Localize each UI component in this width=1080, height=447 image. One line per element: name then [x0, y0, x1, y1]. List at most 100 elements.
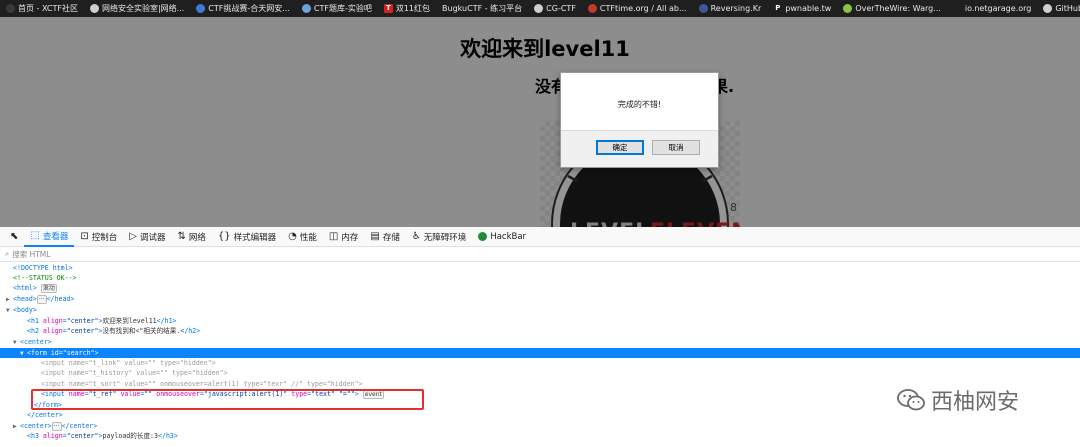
tree-token: align	[42, 432, 63, 440]
shield-icon	[196, 4, 206, 13]
devtools-tab-2[interactable]: ▷ 调试器	[123, 227, 171, 247]
bookmark-label: pwnable.tw	[785, 4, 832, 13]
bookmark-item[interactable]: CTF挑战赛-合天网安...	[196, 3, 290, 14]
element-picker-icon[interactable]: ⬉	[4, 227, 24, 247]
bookmark-item[interactable]: 网络安全实验室|网络...	[89, 3, 184, 14]
bookmark-item[interactable]: 首页 - XCTF社区	[6, 3, 78, 14]
tree-token: payload的长度:3	[102, 432, 158, 440]
devtools-tab-7[interactable]: ▤ 存储	[364, 227, 405, 247]
bookmark-label: Reversing.Kr	[710, 4, 762, 13]
html-tree: <!DOCTYPE html> <!--STATUS OK--> <html> 滚动…	[0, 262, 1080, 447]
bookmark-label: CTF挑战赛-合天网安...	[208, 4, 290, 13]
alert-dialog: 完成的不错! 确定 取消	[560, 72, 719, 168]
devtools-tab-8[interactable]: ♿ 无障碍环境	[406, 227, 472, 247]
html-search-box[interactable]: ⌕ 搜索 HTML	[0, 247, 1080, 262]
devtools-tab-9[interactable]: HackBar	[472, 227, 532, 247]
expand-toggle-icon[interactable]: ▼	[13, 338, 20, 348]
console-icon: ⊡	[80, 230, 89, 242]
bookmark-item[interactable]: Ppwnable.tw	[773, 4, 831, 13]
badge[interactable]: 滚动	[40, 284, 57, 293]
bookmark-item[interactable]: BugkuCTF - 练习平台	[442, 3, 522, 14]
tree-row[interactable]: <!DOCTYPE html>	[0, 263, 1080, 273]
tree-token: </head>	[46, 295, 75, 303]
devtools-tab-label: 性能	[299, 232, 317, 243]
expand-toggle-icon[interactable]: ▼	[6, 306, 13, 316]
bookmark-item[interactable]: GitHub - Auc	[1043, 4, 1080, 13]
modal-overlay	[0, 17, 1080, 227]
tree-row[interactable]: ▶ <center> ··· </center>	[0, 421, 1080, 431]
devtools-tab-1[interactable]: ⊡ 控制台	[74, 227, 123, 247]
watermark: 西柚网安	[897, 384, 1019, 416]
tree-token: <h3	[27, 432, 43, 440]
devtools-tab-label: 查看器	[42, 231, 69, 242]
devtools-tab-0[interactable]: ⬚ 查看器	[24, 227, 75, 247]
tree-token: <!DOCTYPE html>	[13, 264, 73, 272]
tree-row[interactable]: <input name="t_history" value="" type="h…	[0, 368, 1080, 378]
tree-row[interactable]: <!--STATUS OK-->	[0, 273, 1080, 283]
bookmark-item[interactable]: Reversing.Kr	[698, 4, 762, 13]
t-icon: T	[383, 4, 393, 13]
tree-row[interactable]: <h3 align="center">payload的长度:3</h3>	[0, 431, 1080, 441]
tree-token: <input name="t_history" value="" type="h…	[41, 369, 228, 377]
bookmark-label: 双11红包	[395, 4, 431, 13]
badge[interactable]: ···	[36, 295, 47, 304]
bookmark-label: BugkuCTF - 练习平台	[442, 4, 523, 13]
devtools-tab-3[interactable]: ⇅ 网络	[171, 227, 211, 247]
bookmark-item[interactable]: T 双11红包	[383, 3, 431, 14]
wechat-icon	[897, 389, 925, 411]
cancel-button[interactable]: 取消	[652, 140, 700, 155]
bookmark-item[interactable]: io.netgarage.org	[953, 4, 1031, 13]
tree-row[interactable]: <html> 滚动	[0, 283, 1080, 293]
tree-row[interactable]: ▼ <body>	[0, 305, 1080, 315]
bookmark-item[interactable]: CG-CTF	[534, 4, 576, 13]
tree-token: "center"	[66, 327, 99, 335]
tree-row[interactable]: <input name="t_link" value="" type="hidd…	[0, 358, 1080, 368]
page-viewport: 欢迎来到level11 没有果. 8 LEVEL ELEVEN 完成的不错! 确…	[0, 17, 1080, 227]
tree-token: <h2	[27, 327, 43, 335]
tree-row-selected[interactable]: ▼ <form id="search">	[0, 348, 1080, 358]
tree-row[interactable]: <h1 align="center">欢迎来到level11</h1>	[0, 316, 1080, 326]
tree-token: 没有找到和<"相关的结果.<	[102, 327, 185, 335]
tree-token: "center"	[66, 317, 99, 325]
inspector-icon: ⬚	[30, 229, 40, 241]
performance-icon: ◔	[288, 230, 297, 242]
devtools-tab-label: 存储	[382, 232, 400, 243]
devtools-toolbar: ⬉ ⬚ 查看器 ⊡ 控制台 ▷ 调试器 ⇅ 网络{} 样式编辑器 ◔ 性能 ◫ 内存 ▤ 存储 ♿ 无障碍环境 H…	[0, 227, 1080, 247]
accessibility-icon: ♿	[411, 230, 421, 242]
bookmark-item[interactable]: OverTheWire: Warg...	[843, 4, 941, 13]
devtools-tab-label: 调试器	[139, 232, 166, 243]
tree-token: </h1>	[156, 317, 177, 325]
bookmark-item[interactable]: CTFtime.org / All ab...	[587, 4, 687, 13]
tree-token: <!--STATUS OK-->	[13, 274, 77, 282]
tree-token: >	[94, 349, 99, 357]
tree-token: <head>	[13, 295, 37, 303]
tree-token: /h2>	[184, 327, 201, 335]
devtools-tab-5[interactable]: ◔ 性能	[282, 227, 323, 247]
highlight-box	[31, 389, 424, 410]
expand-toggle-icon[interactable]: ▶	[6, 295, 13, 305]
devtools-tab-4[interactable]: {} 样式编辑器	[212, 227, 282, 247]
devtools-tab-label: 控制台	[91, 232, 118, 243]
alert-message: 完成的不错!	[617, 100, 662, 109]
tree-token: id	[50, 349, 59, 357]
tree-row[interactable]: <h2 align="center">没有找到和<"相关的结果.</h2>	[0, 326, 1080, 336]
bookmark-item[interactable]: CTF题库-实验吧	[301, 3, 372, 14]
bookmark-label: CTFtime.org / All ab...	[599, 4, 687, 13]
devtools-tab-6[interactable]: ◫ 内存	[323, 227, 364, 247]
badge[interactable]: ···	[51, 422, 62, 431]
storage-icon: ▤	[370, 230, 380, 242]
tree-token: <html>	[13, 284, 37, 292]
ok-button[interactable]: 确定	[596, 140, 644, 155]
ctftime-icon	[587, 4, 597, 13]
search-input[interactable]: 搜索 HTML	[12, 249, 50, 260]
globe-icon	[534, 4, 544, 13]
tree-row[interactable]: ▶ <head> ··· </head>	[0, 294, 1080, 304]
devtools-tab-label: 无障碍环境	[423, 232, 467, 243]
bookmark-label: CG-CTF	[546, 4, 576, 13]
hackbar-icon	[478, 232, 488, 241]
tree-row[interactable]: ▼ <center>	[0, 337, 1080, 347]
tree-token: 欢迎来到level11	[102, 317, 157, 325]
devtools-tab-label: 网络	[188, 232, 206, 243]
bookmark-label: CTF题库-实验吧	[313, 4, 372, 13]
style-editor-icon: {}	[217, 230, 231, 242]
